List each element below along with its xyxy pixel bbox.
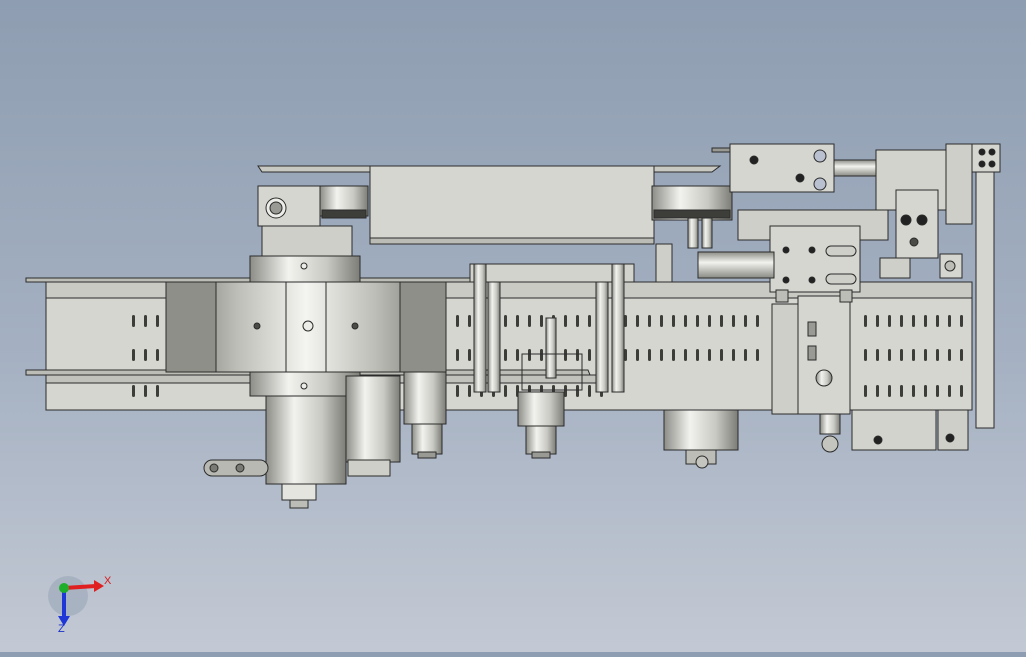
slot: [888, 349, 891, 361]
slot: [876, 385, 879, 397]
slot: [936, 385, 939, 397]
slot: [912, 349, 915, 361]
slot: [660, 349, 663, 361]
slot: [588, 385, 591, 397]
slot: [456, 315, 459, 327]
slot: [696, 349, 699, 361]
slot: [948, 385, 951, 397]
slot: [564, 315, 567, 327]
slot: [540, 315, 543, 327]
slot: [132, 349, 135, 361]
coordinate-triad: [48, 576, 104, 626]
cad-3d-viewport[interactable]: X Z: [0, 0, 1026, 652]
slot: [732, 349, 735, 361]
slot: [924, 385, 927, 397]
slot: [156, 349, 159, 361]
slot: [888, 315, 891, 327]
slot: [564, 349, 567, 361]
slot: [672, 315, 675, 327]
slot: [684, 315, 687, 327]
slot: [744, 349, 747, 361]
slot: [960, 385, 963, 397]
slot: [912, 315, 915, 327]
slot: [468, 349, 471, 361]
slot: [864, 315, 867, 327]
slot: [708, 349, 711, 361]
slot: [636, 315, 639, 327]
slot: [576, 349, 579, 361]
slot: [468, 385, 471, 397]
slot: [708, 315, 711, 327]
z-axis-label: Z: [58, 623, 65, 635]
slot: [924, 315, 927, 327]
slot: [936, 315, 939, 327]
x-axis-label: X: [104, 575, 112, 587]
slot: [132, 385, 135, 397]
slot: [456, 385, 459, 397]
slot: [900, 349, 903, 361]
slot: [588, 315, 591, 327]
slot: [864, 349, 867, 361]
slot: [504, 349, 507, 361]
slot: [576, 315, 579, 327]
slot: [156, 315, 159, 327]
slot: [528, 349, 531, 361]
machine-assembly-model[interactable]: [0, 0, 1026, 652]
slot: [648, 349, 651, 361]
slot: [456, 349, 459, 361]
slot: [540, 349, 543, 361]
slot: [948, 315, 951, 327]
slot: [756, 349, 759, 361]
slot: [900, 315, 903, 327]
slot: [876, 315, 879, 327]
slot: [720, 349, 723, 361]
slot: [672, 349, 675, 361]
slot: [144, 385, 147, 397]
slot: [576, 385, 579, 397]
slot: [504, 385, 507, 397]
slot: [756, 315, 759, 327]
slot: [684, 349, 687, 361]
slot: [504, 315, 507, 327]
slide-block-assembly: [697, 189, 963, 293]
slot: [864, 385, 867, 397]
slot: [876, 349, 879, 361]
slot: [924, 349, 927, 361]
slot: [468, 315, 471, 327]
slot: [744, 315, 747, 327]
slot: [528, 315, 531, 327]
slot: [636, 349, 639, 361]
slot: [132, 315, 135, 327]
slot: [156, 385, 159, 397]
slot: [696, 315, 699, 327]
slot: [948, 349, 951, 361]
slot: [516, 349, 519, 361]
slot: [732, 315, 735, 327]
slot: [720, 315, 723, 327]
slot: [144, 349, 147, 361]
slot: [588, 349, 591, 361]
slot: [960, 349, 963, 361]
slot: [960, 315, 963, 327]
slot: [648, 315, 651, 327]
slot: [516, 315, 519, 327]
slot: [660, 315, 663, 327]
slot: [900, 385, 903, 397]
slot: [888, 385, 891, 397]
slot: [912, 385, 915, 397]
slot: [144, 315, 147, 327]
slot: [936, 349, 939, 361]
